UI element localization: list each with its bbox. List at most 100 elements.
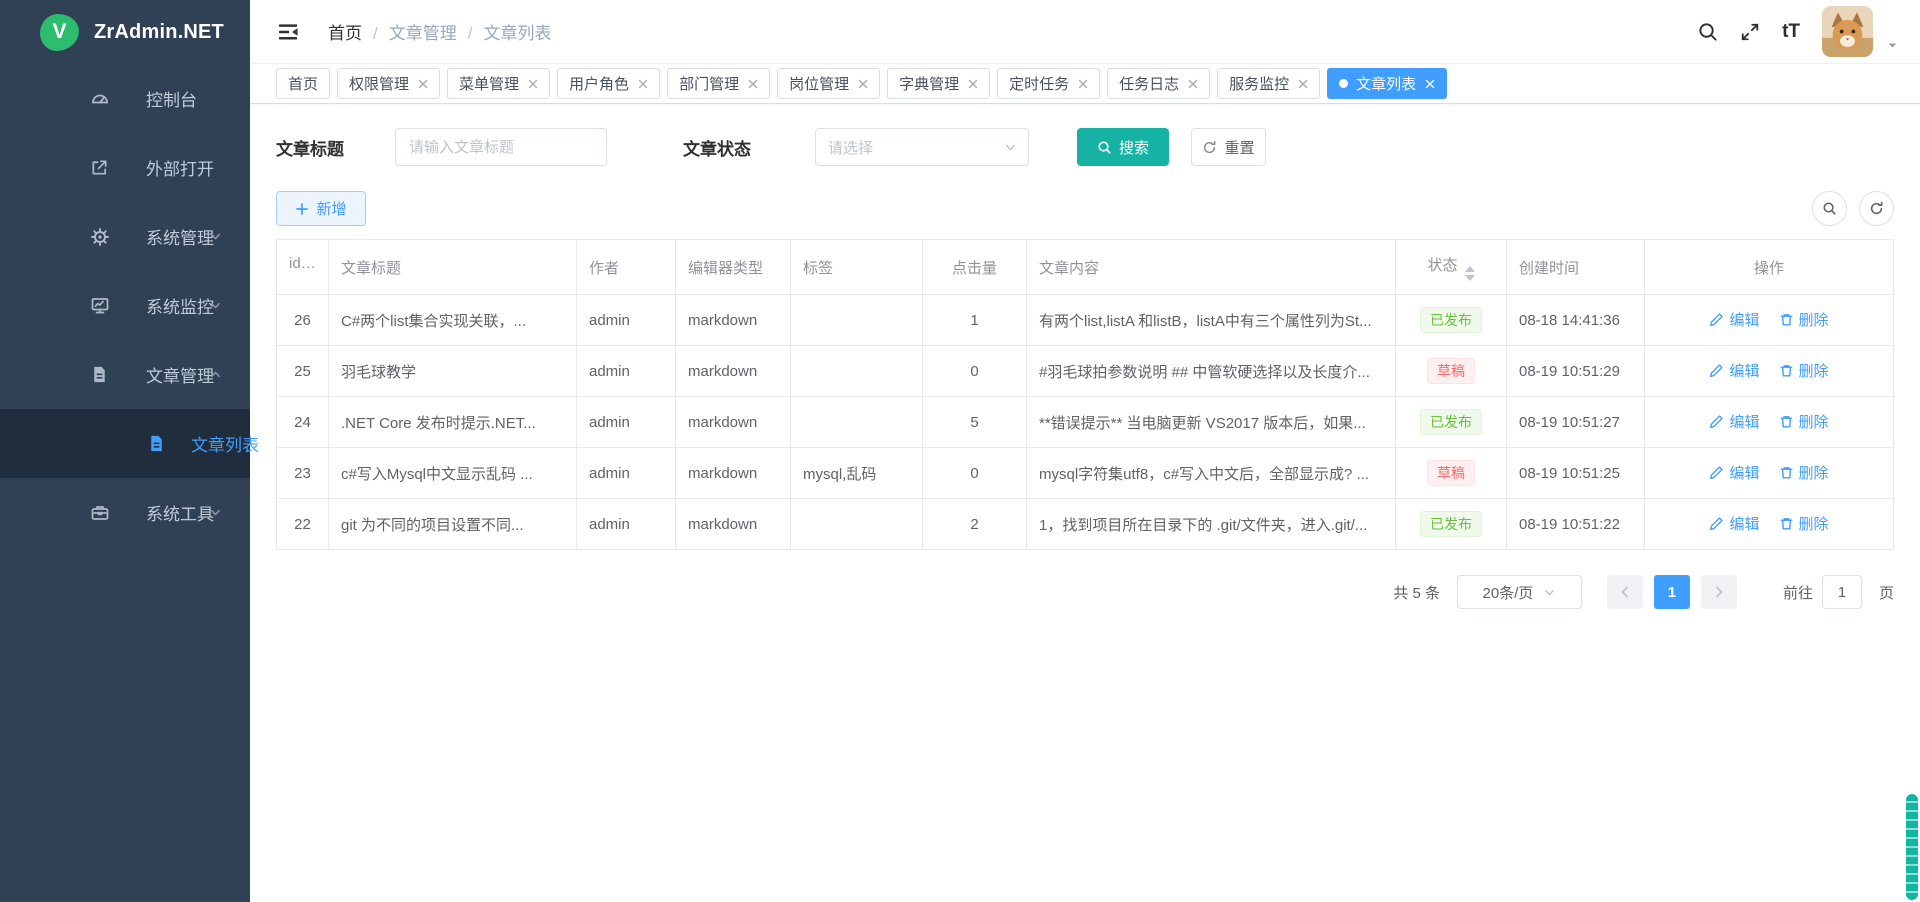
article-title-label: 文章标题 <box>276 135 344 160</box>
tab-permission[interactable]: 权限管理 <box>337 68 440 99</box>
avatar[interactable] <box>1822 6 1873 57</box>
tab-dict-mgmt[interactable]: 字典管理 <box>887 68 990 99</box>
edit-link[interactable]: 编辑 <box>1709 513 1759 534</box>
pencil-icon <box>1709 414 1724 429</box>
font-size-icon[interactable]: tT <box>1782 22 1800 41</box>
tab-label: 定时任务 <box>1009 73 1069 94</box>
scrollbar-thumb[interactable] <box>1906 794 1918 900</box>
tab-menu-mgmt[interactable]: 菜单管理 <box>447 68 550 99</box>
tab-close-icon[interactable] <box>418 79 428 89</box>
column-header-status[interactable]: 状态 <box>1396 240 1507 295</box>
column-label: 状态 <box>1427 257 1457 274</box>
trash-icon <box>1779 516 1794 531</box>
delete-link[interactable]: 删除 <box>1779 309 1829 330</box>
cell-title: git 为不同的项目设置不同... <box>329 499 577 550</box>
column-header-content: 文章内容 <box>1027 240 1396 295</box>
edit-link[interactable]: 编辑 <box>1709 411 1759 432</box>
refresh-table-button[interactable] <box>1859 191 1894 226</box>
page-size-select[interactable]: 20条/页 <box>1457 575 1582 609</box>
article-title-input[interactable] <box>395 128 607 166</box>
sidebar-item-article-list[interactable]: 文章列表 <box>0 409 250 478</box>
chevron-down-icon <box>1543 586 1556 599</box>
app-logo[interactable]: V ZrAdmin.NET <box>0 0 250 64</box>
cell-id: 23 <box>277 448 329 499</box>
tab-close-icon[interactable] <box>748 79 758 89</box>
tab-label: 文章列表 <box>1356 73 1416 94</box>
document-icon <box>147 434 167 454</box>
search-button[interactable]: 搜索 <box>1077 128 1169 166</box>
tab-service-monitor[interactable]: 服务监控 <box>1217 68 1320 99</box>
article-status-select[interactable]: 请选择 <box>815 128 1029 166</box>
sidebar-item-system-monitor[interactable]: 系统监控 <box>0 271 250 340</box>
tab-close-icon[interactable] <box>1425 79 1435 89</box>
show-search-button[interactable] <box>1812 191 1847 226</box>
sidebar-item-dashboard[interactable]: 控制台 <box>0 64 250 133</box>
column-label: 文章内容 <box>1039 260 1099 277</box>
edit-link[interactable]: 编辑 <box>1709 309 1759 330</box>
add-button[interactable]: 新增 <box>276 191 366 226</box>
sidebar-item-system-tools[interactable]: 系统工具 <box>0 478 250 547</box>
tab-user-role[interactable]: 用户角色 <box>557 68 660 99</box>
breadcrumb: 首页文章管理文章列表 <box>328 19 551 44</box>
tab-post-mgmt[interactable]: 岗位管理 <box>777 68 880 99</box>
cell-created: 08-18 14:41:36 <box>1507 295 1645 346</box>
cell-author: admin <box>577 346 676 397</box>
delete-link[interactable]: 删除 <box>1779 411 1829 432</box>
cell-created: 08-19 10:51:29 <box>1507 346 1645 397</box>
delete-link[interactable]: 删除 <box>1779 462 1829 483</box>
sidebar-item-system-admin[interactable]: 系统管理 <box>0 202 250 271</box>
tab-close-icon[interactable] <box>968 79 978 89</box>
trash-icon <box>1779 465 1794 480</box>
tab-dept-mgmt[interactable]: 部门管理 <box>667 68 770 99</box>
pencil-icon <box>1709 363 1724 378</box>
app-title: ZrAdmin.NET <box>94 21 224 44</box>
tab-close-icon[interactable] <box>1078 79 1088 89</box>
cell-content: 1，找到项目所在目录下的 .git/文件夹，进入.git/... <box>1027 499 1396 550</box>
delete-link[interactable]: 删除 <box>1779 513 1829 534</box>
topbar: 首页文章管理文章列表 tT <box>250 0 1920 64</box>
cell-tags <box>791 397 923 448</box>
edit-link[interactable]: 编辑 <box>1709 462 1759 483</box>
edit-label: 编辑 <box>1729 309 1759 330</box>
cell-author: admin <box>577 295 676 346</box>
sort-carets-icon[interactable] <box>1465 266 1475 281</box>
column-header-ops: 操作 <box>1645 240 1894 295</box>
dashboard-icon <box>90 89 110 109</box>
select-placeholder: 请选择 <box>828 137 873 158</box>
page-number-1[interactable]: 1 <box>1654 575 1690 609</box>
tab-cron-task[interactable]: 定时任务 <box>997 68 1100 99</box>
prev-page-button[interactable] <box>1607 575 1643 609</box>
delete-link[interactable]: 删除 <box>1779 360 1829 381</box>
tab-job-log[interactable]: 任务日志 <box>1107 68 1210 99</box>
breadcrumb-item[interactable]: 首页 <box>328 19 389 44</box>
column-header-id[interactable]: id <box>277 240 329 295</box>
tab-close-icon[interactable] <box>1298 79 1308 89</box>
submenu: 文章列表 <box>0 409 250 478</box>
search-icon <box>1097 140 1112 155</box>
cell-status: 已发布 <box>1396 397 1507 448</box>
tab-home[interactable]: 首页 <box>276 68 330 99</box>
reset-button[interactable]: 重置 <box>1191 128 1266 166</box>
sidebar-collapse-icon[interactable] <box>276 20 300 44</box>
fullscreen-icon[interactable] <box>1740 22 1760 42</box>
chevron-down-icon <box>209 299 222 312</box>
sidebar-item-external-open[interactable]: 外部打开 <box>0 133 250 202</box>
cell-status: 草稿 <box>1396 448 1507 499</box>
sidebar-item-label: 文章管理 <box>146 362 214 387</box>
toolbox-icon <box>90 503 110 523</box>
logo-mark: V <box>40 14 79 51</box>
cell-created: 08-19 10:51:27 <box>1507 397 1645 448</box>
chevron-down-icon[interactable] <box>1887 40 1898 51</box>
search-icon[interactable] <box>1697 21 1718 42</box>
tab-article-list[interactable]: 文章列表 <box>1327 68 1447 99</box>
tab-close-icon[interactable] <box>638 79 648 89</box>
sidebar-item-article-admin[interactable]: 文章管理 <box>0 340 250 409</box>
tab-close-icon[interactable] <box>858 79 868 89</box>
trash-icon <box>1779 312 1794 327</box>
tab-close-icon[interactable] <box>1188 79 1198 89</box>
goto-page-input[interactable] <box>1822 575 1862 609</box>
status-badge: 已发布 <box>1420 409 1482 435</box>
next-page-button[interactable] <box>1701 575 1737 609</box>
edit-link[interactable]: 编辑 <box>1709 360 1759 381</box>
tab-close-icon[interactable] <box>528 79 538 89</box>
